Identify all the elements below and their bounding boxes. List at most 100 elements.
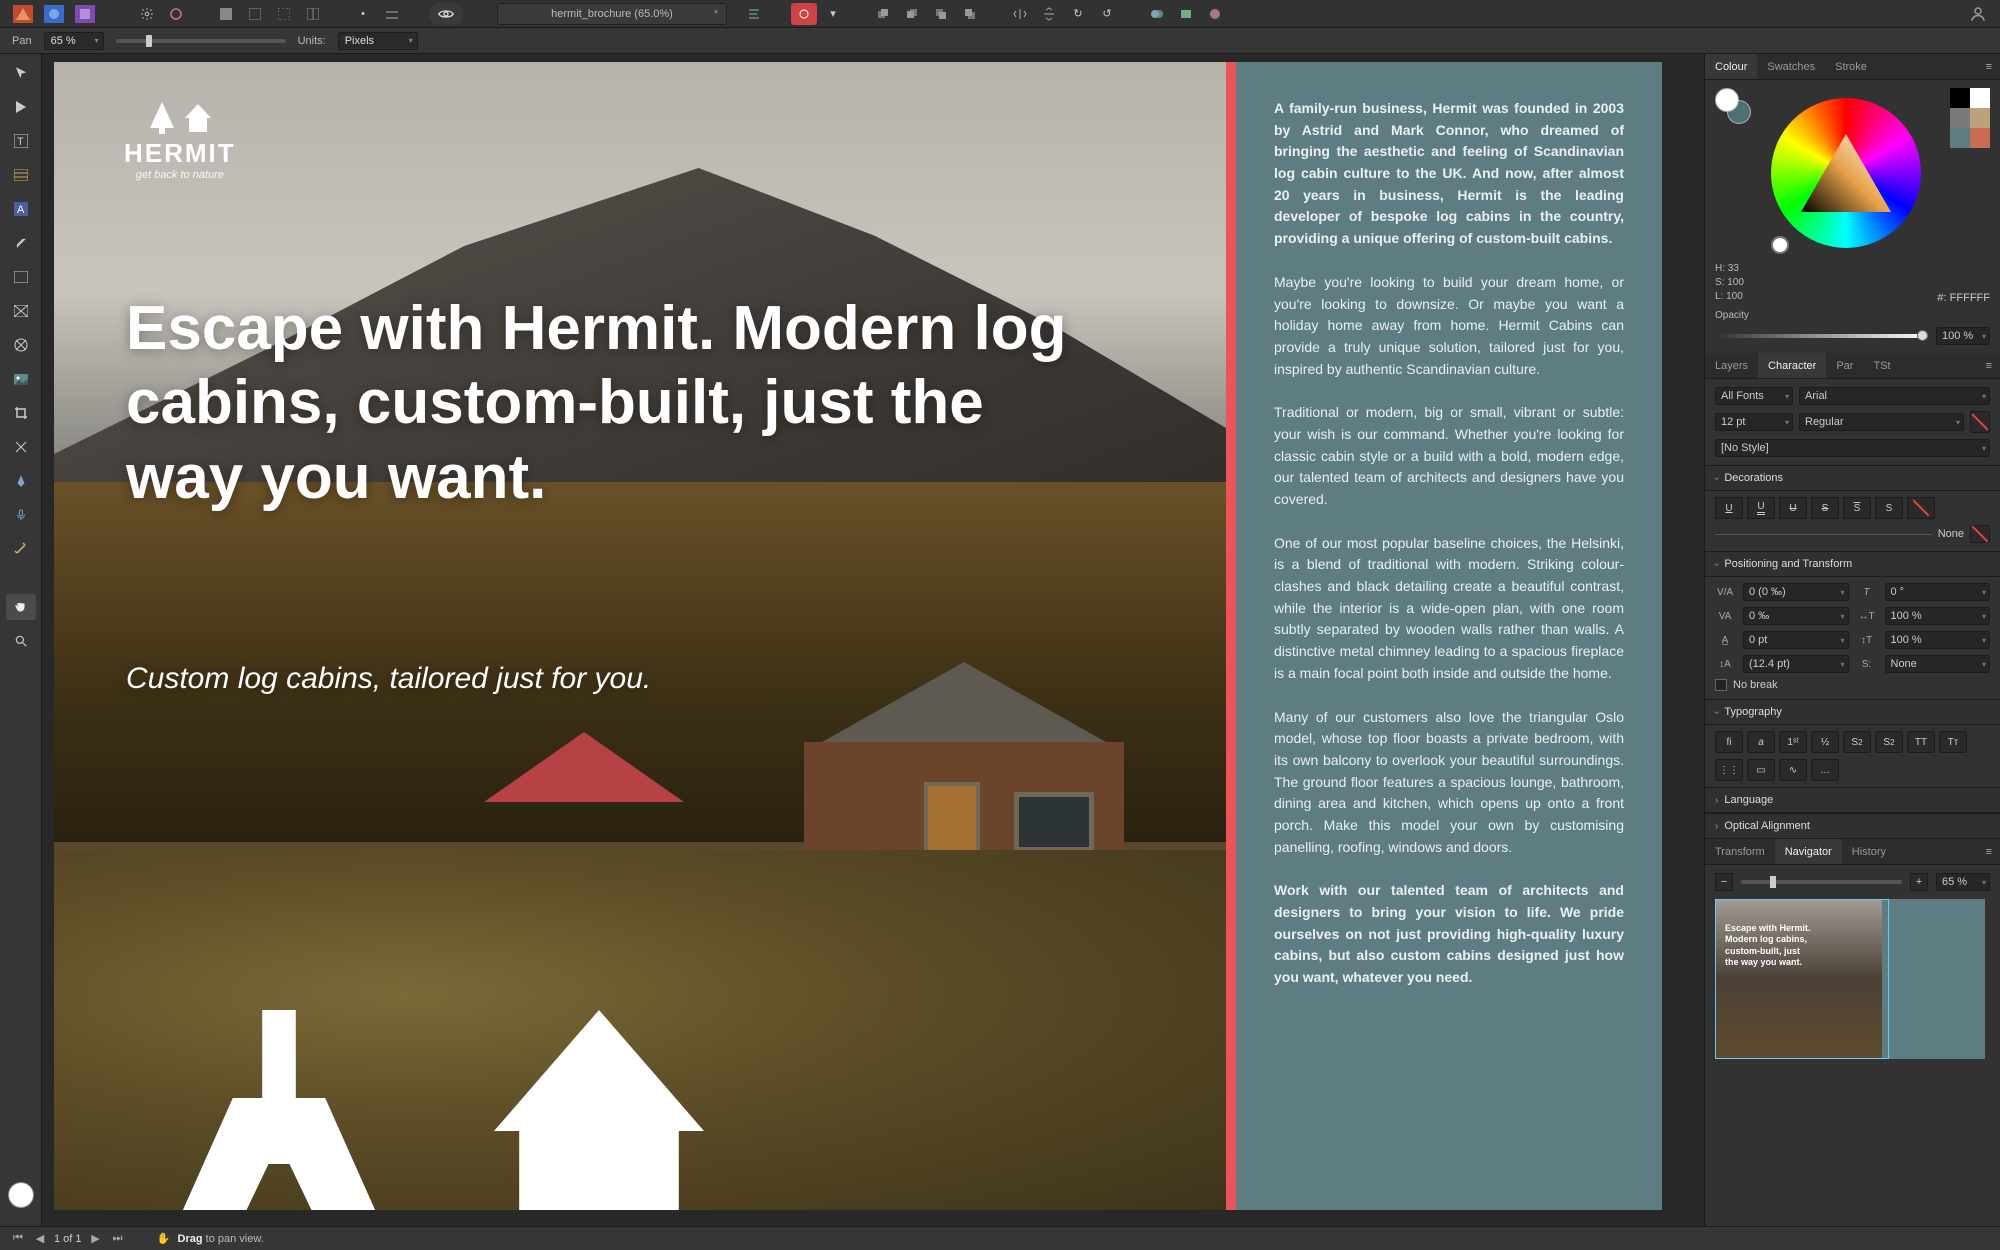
typo-opt1-btn[interactable]: ⋮⋮	[1715, 759, 1743, 781]
swatch[interactable]	[1950, 88, 1970, 108]
tab-transform[interactable]: Transform	[1705, 839, 1775, 864]
scalemode-field[interactable]: None	[1885, 655, 1991, 673]
toolbar-grid3-icon[interactable]	[271, 3, 297, 25]
deco-colour-none-icon[interactable]	[1970, 525, 1990, 543]
nav-zoom-out-btn[interactable]: −	[1715, 873, 1733, 891]
kerning-field[interactable]: 0 ‰	[1743, 607, 1849, 625]
toolbar-arrange3-icon[interactable]	[928, 3, 954, 25]
font-size-field[interactable]: 12 pt	[1715, 413, 1793, 431]
skew-field[interactable]: 0 °	[1885, 583, 1991, 601]
eyedropper-tool-icon[interactable]	[6, 230, 36, 256]
double-underline-btn[interactable]: U	[1747, 497, 1775, 519]
no-break-checkbox[interactable]	[1715, 679, 1727, 691]
toolbar-baseline-icon[interactable]	[379, 3, 405, 25]
tracking-field[interactable]: 0 (0 ‰)	[1743, 583, 1849, 601]
tab-colour[interactable]: Colour	[1705, 54, 1757, 79]
allcaps-btn[interactable]: TT	[1907, 731, 1935, 753]
pen-tool-icon[interactable]	[6, 468, 36, 494]
toolbar-dropdown-icon[interactable]: ▾	[820, 3, 846, 25]
toolbar-rotate-ccw-icon[interactable]: ↺	[1094, 3, 1120, 25]
superscript-btn[interactable]: 1ˢᵗ	[1779, 731, 1807, 753]
smallcaps-btn[interactable]: Tᴛ	[1939, 731, 1967, 753]
baseline-field[interactable]: 0 pt	[1743, 631, 1849, 649]
navigator-viewport-rect[interactable]	[1715, 899, 1889, 1059]
account-avatar-icon[interactable]	[1964, 3, 1992, 25]
frame-rect-tool-icon[interactable]	[6, 298, 36, 324]
units-field[interactable]: Pixels	[338, 32, 418, 50]
canvas[interactable]: HERMIT get back to nature Escape with He…	[42, 54, 1704, 1226]
font-family-field[interactable]: Arial	[1799, 387, 1990, 405]
toolbar-flip-v-icon[interactable]	[1036, 3, 1062, 25]
section-language[interactable]: Language	[1705, 787, 2000, 813]
zoom-tool-icon[interactable]	[6, 628, 36, 654]
toolbar-arrange1-icon[interactable]	[870, 3, 896, 25]
nav-zoom-slider[interactable]	[1741, 880, 1902, 884]
section-decorations[interactable]: Decorations	[1705, 465, 2000, 491]
swatch[interactable]	[1970, 128, 1990, 148]
app-publisher-icon[interactable]	[70, 3, 100, 25]
navigator-panel-menu-icon[interactable]: ≡	[1978, 846, 2000, 858]
navigator-thumbnail[interactable]: Escape with Hermit. Modern log cabins, c…	[1715, 899, 1985, 1059]
section-positioning[interactable]: Positioning and Transform	[1705, 551, 2000, 577]
tab-par[interactable]: Par	[1826, 353, 1863, 378]
leading-field[interactable]: (12.4 pt)	[1743, 655, 1849, 673]
typo-opt2-btn[interactable]: ▭	[1747, 759, 1775, 781]
text-tool-icon[interactable]: T	[6, 128, 36, 154]
toolbar-align-icon[interactable]	[741, 3, 767, 25]
italic-alt-btn[interactable]: a	[1747, 731, 1775, 753]
hex-field[interactable]: #: FFFFFF	[1937, 292, 1990, 304]
tab-character[interactable]: Character	[1758, 353, 1826, 378]
tab-layers[interactable]: Layers	[1705, 353, 1758, 378]
node-tool-icon[interactable]	[6, 94, 36, 120]
page-first-icon[interactable]: ⏮	[10, 1231, 26, 1247]
fractions-btn[interactable]: ½	[1811, 731, 1839, 753]
zoom-slider[interactable]	[116, 39, 286, 43]
tab-navigator[interactable]: Navigator	[1775, 839, 1842, 864]
sup-btn[interactable]: S2	[1843, 731, 1871, 753]
fg-bg-swatches[interactable]	[1715, 88, 1751, 124]
document-title-field[interactable]: hermit_brochure (65.0%) *	[497, 3, 727, 25]
section-typography[interactable]: Typography	[1705, 699, 2000, 725]
toolbar-arrange2-icon[interactable]	[899, 3, 925, 25]
artistic-text-tool-icon[interactable]: A	[6, 196, 36, 222]
font-style-field[interactable]: [No Style]	[1715, 439, 1990, 457]
typo-opt3-btn[interactable]: ∿	[1779, 759, 1807, 781]
pan-tool-icon[interactable]	[6, 594, 36, 620]
toolbar-grid1-icon[interactable]	[213, 3, 239, 25]
font-weight-field[interactable]: Regular	[1799, 413, 1964, 431]
colour-panel-menu-icon[interactable]: ≡	[1978, 61, 2000, 73]
frame-ellipse-tool-icon[interactable]	[6, 332, 36, 358]
overline-btn[interactable]: S	[1843, 497, 1871, 519]
vscale-field[interactable]: 100 %	[1885, 631, 1991, 649]
vector-crop-tool-icon[interactable]	[6, 434, 36, 460]
page-next-icon[interactable]: ▶	[88, 1231, 104, 1247]
crop-tool-icon[interactable]	[6, 400, 36, 426]
tab-tst[interactable]: TSt	[1863, 353, 1900, 378]
toolbar-preview-icon[interactable]	[429, 3, 463, 25]
toolbar-flip-h-icon[interactable]	[1007, 3, 1033, 25]
toolbar-arrange4-icon[interactable]	[957, 3, 983, 25]
page-prev-icon[interactable]: ◀	[32, 1231, 48, 1247]
tab-history[interactable]: History	[1842, 839, 1896, 864]
toolbar-rotate-cw-icon[interactable]: ↻	[1065, 3, 1091, 25]
foreground-swatch[interactable]	[8, 1182, 34, 1208]
sub-btn[interactable]: S2	[1875, 731, 1903, 753]
toolbar-circle-icon[interactable]	[163, 3, 189, 25]
colour-wheel-picker[interactable]	[1773, 238, 1787, 252]
strikethrough-btn[interactable]: U	[1779, 497, 1807, 519]
swatch[interactable]	[1950, 108, 1970, 128]
app-designer-icon[interactable]	[8, 3, 38, 25]
wand-tool-icon[interactable]	[6, 536, 36, 562]
toolbar-ops2-icon[interactable]	[1173, 3, 1199, 25]
nav-zoom-field[interactable]: 65 %	[1936, 873, 1990, 891]
toolbar-pin-icon[interactable]: •	[350, 3, 376, 25]
toolbar-ops3-icon[interactable]	[1202, 3, 1228, 25]
nav-zoom-in-btn[interactable]: +	[1910, 873, 1928, 891]
app-photo-icon[interactable]	[39, 3, 69, 25]
tab-swatches[interactable]: Swatches	[1757, 54, 1825, 79]
font-collection-field[interactable]: All Fonts	[1715, 387, 1793, 405]
section-optical[interactable]: Optical Alignment	[1705, 813, 2000, 839]
tab-stroke[interactable]: Stroke	[1825, 54, 1877, 79]
highlight-btn[interactable]: S	[1875, 497, 1903, 519]
underline-btn[interactable]: U	[1715, 497, 1743, 519]
